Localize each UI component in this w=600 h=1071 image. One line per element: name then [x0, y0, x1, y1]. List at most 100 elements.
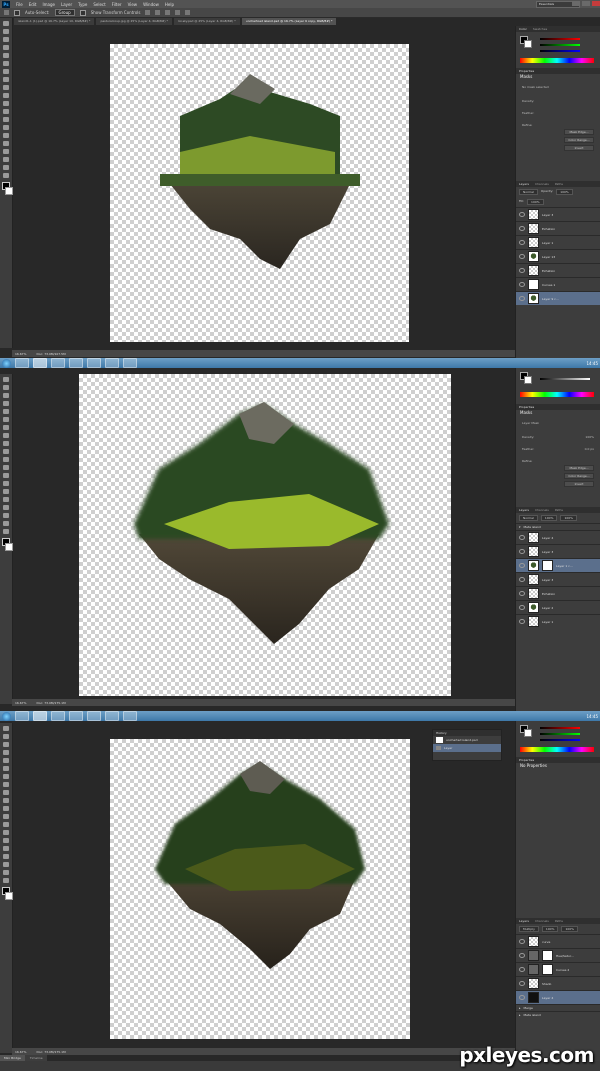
menu-file[interactable]: File	[16, 2, 23, 7]
clone-stamp-icon[interactable]	[3, 85, 9, 90]
menu-image[interactable]: Image	[42, 2, 55, 7]
layer-row[interactable]: Hue/Satur...	[516, 948, 600, 962]
bg-swatch[interactable]	[524, 729, 532, 737]
menu-edit[interactable]: Edit	[29, 2, 37, 7]
lasso-tool-icon[interactable]	[3, 37, 9, 42]
auto-select-dropdown[interactable]: Group	[54, 9, 75, 16]
path-select-icon[interactable]	[3, 854, 9, 859]
start-button[interactable]	[2, 711, 11, 721]
taskbar-app[interactable]	[123, 711, 137, 721]
layer-row[interactable]: Exhation	[516, 586, 600, 600]
document-canvas[interactable]	[110, 44, 409, 342]
eye-icon[interactable]	[519, 549, 525, 554]
blur-tool-icon[interactable]	[3, 473, 9, 478]
color-spectrum[interactable]	[520, 747, 594, 752]
document-canvas[interactable]	[110, 739, 410, 1039]
blur-tool-icon[interactable]	[3, 822, 9, 827]
dodge-tool-icon[interactable]	[3, 125, 9, 130]
close-button[interactable]	[592, 1, 600, 6]
marquee-tool-icon[interactable]	[3, 734, 9, 739]
taskbar-app[interactable]	[69, 711, 83, 721]
crop-tool-icon[interactable]	[3, 758, 9, 763]
healing-brush-icon[interactable]	[3, 774, 9, 779]
layer-row[interactable]: Curves 2	[516, 962, 600, 976]
color-spectrum[interactable]	[520, 392, 594, 397]
eye-icon[interactable]	[519, 296, 525, 301]
eye-icon[interactable]	[519, 268, 525, 273]
history-brush-icon[interactable]	[3, 449, 9, 454]
taskbar-app[interactable]	[87, 711, 101, 721]
eye-icon[interactable]	[519, 591, 525, 596]
layer-row[interactable]: Layer 3	[516, 572, 600, 586]
menu-layer[interactable]: Layer	[61, 2, 72, 7]
transform-controls-checkbox[interactable]	[79, 9, 86, 16]
crop-tool-icon[interactable]	[3, 53, 9, 58]
eye-icon[interactable]	[519, 995, 525, 1000]
shape-tool-icon[interactable]	[3, 157, 9, 162]
menu-select[interactable]: Select	[93, 2, 105, 7]
bg-swatch[interactable]	[524, 40, 532, 48]
taskbar-app[interactable]	[51, 358, 65, 368]
distribute-icon[interactable]	[185, 10, 191, 15]
menu-view[interactable]: View	[128, 2, 138, 7]
zoom-tool-icon[interactable]	[3, 173, 9, 178]
tab-channels[interactable]: Channels	[535, 181, 549, 187]
tab-layers[interactable]: Layers	[519, 918, 529, 924]
healing-brush-icon[interactable]	[3, 69, 9, 74]
zoom-level[interactable]: 16.67%	[15, 1050, 26, 1054]
dodge-tool-icon[interactable]	[3, 481, 9, 486]
brush-tool-icon[interactable]	[3, 433, 9, 438]
eye-icon[interactable]	[519, 282, 525, 287]
background-color[interactable]	[5, 543, 13, 551]
marquee-tool-icon[interactable]	[3, 29, 9, 34]
eye-icon[interactable]	[519, 254, 525, 259]
doc-tab[interactable]: pasturalcoup.jpg @ 25% (Layer 4, RGB/8#)…	[96, 18, 172, 25]
taskbar-app[interactable]	[105, 358, 119, 368]
dodge-tool-icon[interactable]	[3, 830, 9, 835]
gradient-tool-icon[interactable]	[3, 109, 9, 114]
zoom-tool-icon[interactable]	[3, 878, 9, 883]
type-tool-icon[interactable]	[3, 497, 9, 502]
blend-mode-select[interactable]: Normal	[519, 189, 538, 195]
blur-tool-icon[interactable]	[3, 117, 9, 122]
tab-timeline[interactable]: Timeline	[25, 1055, 47, 1061]
tab-paths[interactable]: Paths	[555, 181, 563, 187]
background-color[interactable]	[5, 187, 13, 195]
zoom-tool-icon[interactable]	[3, 529, 9, 534]
doc-tab[interactable]: island1-1 (1).psd @ 16.7% (Layer 10, RGB…	[14, 18, 95, 25]
pen-tool-icon[interactable]	[3, 133, 9, 138]
healing-brush-icon[interactable]	[3, 425, 9, 430]
color-range-button[interactable]: Color Range...	[564, 137, 594, 143]
fill-input[interactable]: 100%	[527, 199, 544, 205]
eyedropper-icon[interactable]	[3, 766, 9, 771]
move-tool-icon[interactable]	[3, 21, 9, 26]
eye-icon[interactable]	[519, 212, 525, 217]
align-icon[interactable]	[145, 10, 151, 15]
layer-row[interactable]: Layer 4	[516, 530, 600, 544]
eraser-icon[interactable]	[3, 457, 9, 462]
pen-tool-icon[interactable]	[3, 489, 9, 494]
zoom-level[interactable]: 16.67%	[15, 352, 26, 356]
layer-row[interactable]: Shado	[516, 976, 600, 990]
tab-channels[interactable]: Channels	[535, 918, 549, 924]
red-slider[interactable]	[540, 727, 580, 729]
gradient-tool-icon[interactable]	[3, 814, 9, 819]
eraser-icon[interactable]	[3, 101, 9, 106]
eye-icon[interactable]	[519, 535, 525, 540]
clone-stamp-icon[interactable]	[3, 441, 9, 446]
move-tool-icon[interactable]	[3, 377, 9, 382]
hand-tool-icon[interactable]	[3, 165, 9, 170]
density-value[interactable]: 100%	[585, 435, 594, 439]
quick-select-icon[interactable]	[3, 750, 9, 755]
opacity-input[interactable]: 100%	[540, 515, 558, 521]
crop-tool-icon[interactable]	[3, 409, 9, 414]
taskbar-app[interactable]	[87, 358, 101, 368]
type-tool-icon[interactable]	[3, 846, 9, 851]
blend-mode-select[interactable]: Normal	[519, 515, 538, 521]
path-select-icon[interactable]	[3, 505, 9, 510]
hand-tool-icon[interactable]	[3, 521, 9, 526]
layer-row-selected[interactable]: Layer 9 c...	[516, 291, 600, 305]
blue-slider[interactable]	[540, 50, 580, 52]
taskbar-app[interactable]	[69, 358, 83, 368]
eye-icon[interactable]	[519, 605, 525, 610]
